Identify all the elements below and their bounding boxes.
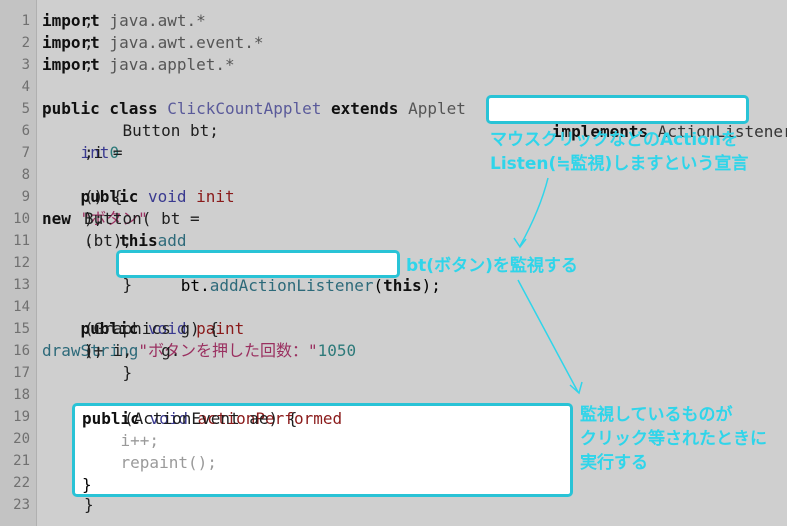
arrow-line-1: [519, 177, 549, 247]
code-editor[interactable]: 1 import java.awt.*; 2 import java.awt.even…: [0, 0, 787, 526]
annotation-arrows: [513, 177, 583, 395]
arrow-line-2: [517, 279, 579, 393]
